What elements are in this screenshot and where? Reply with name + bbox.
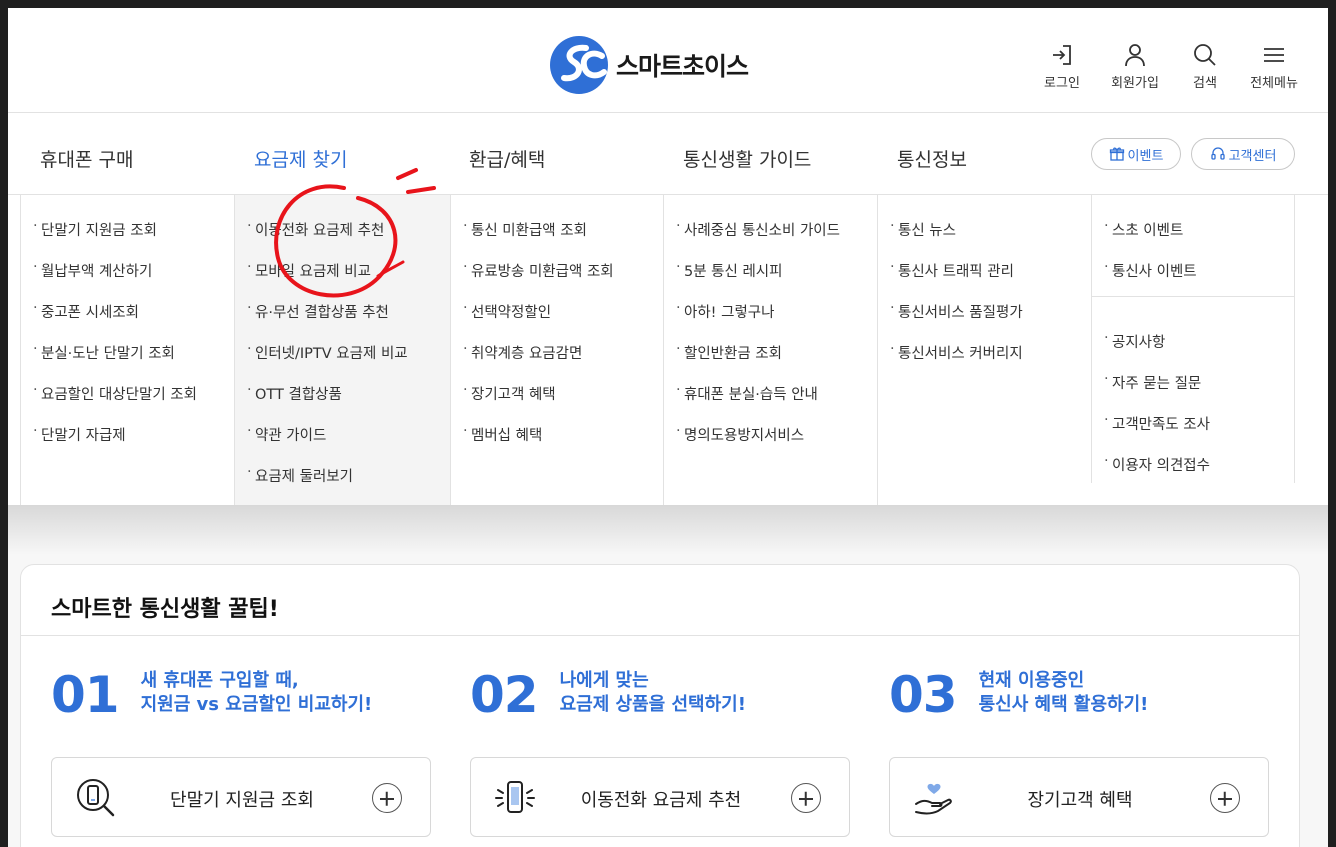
menu-item[interactable]: 할인반환금 조회 [664,341,877,383]
menu-item[interactable]: 유·무선 결합상품 추천 [235,300,450,342]
nav-telecom-info[interactable]: 통신정보 [897,145,967,172]
divider [21,635,1299,636]
menu-item[interactable]: 아하! 그렇구나 [664,300,877,342]
event-button[interactable]: 이벤트 [1091,138,1181,170]
tip-03: 03 현재 이용중인 통신사 혜택 활용하기! [889,665,1148,725]
menu-col-plan: 이동전화 요금제 추천 모바일 요금제 비교 유·무선 결합상품 추천 인터넷/… [234,195,450,505]
menu-item[interactable]: 선택약정할인 [451,300,663,342]
menu-item[interactable]: 멤버십 혜택 [451,423,663,465]
browser-viewport: 스마트초이스 로그인 회원가입 검색 전체메뉴 휴대폰 구매 요금제 찾기 환급… [8,8,1328,847]
menu-item[interactable]: 5분 통신 레시피 [664,259,877,301]
nav-refund-benefit[interactable]: 환급/혜택 [469,145,545,172]
menu-item[interactable]: 통신사 이벤트 [1092,259,1294,301]
menu-item[interactable]: 통신서비스 커버리지 [878,341,1091,383]
tip-number: 02 [470,666,539,724]
menu-item[interactable]: 공지사항 [1092,330,1294,372]
menu-item[interactable]: 고객만족도 조사 [1092,412,1294,454]
menu-item[interactable]: 명의도용방지서비스 [664,423,877,465]
event-label: 이벤트 [1127,148,1164,164]
menu-item[interactable]: 자주 묻는 질문 [1092,371,1294,413]
menu-item[interactable]: 요금할인 대상단말기 조회 [21,382,234,424]
tip-line: 새 휴대폰 구입할 때, [140,670,299,691]
tip-line: 지원금 vs 요금할인 비교하기! [140,694,373,715]
plus-icon [791,783,821,813]
menu-item[interactable]: 통신 뉴스 [878,218,1091,260]
menu-item[interactable]: 단말기 지원금 조회 [21,218,234,260]
customer-center-label: 고객센터 [1228,148,1277,164]
tips-title: 스마트한 통신생활 꿀팁! [51,597,279,622]
person-icon [1125,44,1145,67]
site-logo[interactable]: 스마트초이스 [548,34,749,96]
login-icon [1053,45,1071,65]
plus-icon [372,783,402,813]
search-button[interactable]: 검색 [1175,42,1235,91]
tip-02: 02 나에게 맞는 요금제 상품을 선택하기! [470,665,746,725]
customer-center-button[interactable]: 고객센터 [1191,138,1295,170]
menu-item[interactable]: 사례중심 통신소비 가이드 [664,218,877,260]
tip-text: 현재 이용중인 통신사 혜택 활용하기! [979,669,1149,717]
menu-item[interactable]: 통신사 트래픽 관리 [878,259,1091,301]
menu-item[interactable]: 월납부액 계산하기 [21,259,234,301]
menu-item[interactable]: 요금제 둘러보기 [235,464,450,506]
tip-text: 새 휴대폰 구입할 때, 지원금 vs 요금할인 비교하기! [141,669,373,717]
site-header: 스마트초이스 로그인 회원가입 검색 전체메뉴 [8,8,1328,113]
search-icon [1194,44,1216,66]
menu-item[interactable]: 스초 이벤트 [1092,218,1294,260]
menu-col-info: 통신 뉴스 통신사 트래픽 관리 통신서비스 품질평가 통신서비스 커버리지 [877,195,1091,505]
sc-logo-icon [550,36,608,94]
tip-number: 03 [889,666,958,724]
tip-line: 요금제 상품을 선택하기! [559,694,746,715]
menu-item[interactable]: OTT 결합상품 [235,382,450,424]
login-label: 로그인 [1044,76,1080,91]
tip-line: 통신사 혜택 활용하기! [978,694,1149,715]
menu-item[interactable]: 휴대폰 분실·습득 안내 [664,382,877,424]
menu-item[interactable]: 인터넷/IPTV 요금제 비교 [235,341,450,383]
menu-item[interactable]: 장기고객 혜택 [451,382,663,424]
menu-item[interactable]: 단말기 자급제 [21,423,234,465]
menu-shadow [8,505,1328,555]
signup-label: 회원가입 [1111,76,1159,91]
tip-text: 나에게 맞는 요금제 상품을 선택하기! [560,669,746,717]
signup-button[interactable]: 회원가입 [1105,42,1165,91]
search-label: 검색 [1193,76,1217,91]
tip-line: 나에게 맞는 [559,670,649,691]
tip-line: 현재 이용중인 [978,670,1085,691]
tips-card: 스마트한 통신생활 꿀팁! 01 새 휴대폰 구입할 때, 지원금 vs 요금할… [20,564,1300,847]
menu-item[interactable]: 중고폰 시세조회 [21,300,234,342]
gift-icon [1109,147,1124,161]
menu-col-guide: 사례중심 통신소비 가이드 5분 통신 레시피 아하! 그렇구나 할인반환금 조… [663,195,877,505]
login-button[interactable]: 로그인 [1032,42,1092,91]
menu-item[interactable]: 분실·도난 단말기 조회 [21,341,234,383]
menu-item[interactable]: 유료방송 미환급액 조회 [451,259,663,301]
menu-item[interactable]: 약관 가이드 [235,423,450,465]
mega-menu: 단말기 지원금 조회 월납부액 계산하기 중고폰 시세조회 분실·도난 단말기 … [8,195,1328,505]
nav-plan-search[interactable]: 요금제 찾기 [254,145,347,172]
menu-item[interactable]: 통신 미환급액 조회 [451,218,663,260]
long-term-benefit-button[interactable]: 장기고객 혜택 [889,757,1269,837]
menu-item[interactable]: 이용자 의견접수 [1092,453,1294,495]
support-lookup-button[interactable]: 단말기 지원금 조회 [51,757,431,837]
all-menu-label: 전체메뉴 [1250,76,1298,91]
menu-item[interactable]: 이동전화 요금제 추천 [235,218,450,260]
tip-number: 01 [51,666,120,724]
nav-phone-purchase[interactable]: 휴대폰 구매 [40,145,133,172]
plan-recommend-button[interactable]: 이동전화 요금제 추천 [470,757,850,837]
logo-text: 스마트초이스 [616,52,749,81]
headset-icon [1210,147,1225,160]
nav-telecom-guide[interactable]: 통신생활 가이드 [683,145,811,172]
divider [1092,296,1294,297]
tip-01: 01 새 휴대폰 구입할 때, 지원금 vs 요금할인 비교하기! [51,665,372,725]
menu-col-event: 스초 이벤트 통신사 이벤트 공지사항 자주 묻는 질문 고객만족도 조사 이용… [1091,195,1295,483]
all-menu-button[interactable]: 전체메뉴 [1244,42,1304,91]
menu-item[interactable]: 통신서비스 품질평가 [878,300,1091,342]
hamburger-icon [1264,48,1284,62]
menu-col-refund: 통신 미환급액 조회 유료방송 미환급액 조회 선택약정할인 취약계층 요금감면… [450,195,663,505]
plus-icon [1210,783,1240,813]
main-nav: 휴대폰 구매 요금제 찾기 환급/혜택 통신생활 가이드 통신정보 이벤트 고객… [8,113,1328,195]
menu-item[interactable]: 취약계층 요금감면 [451,341,663,383]
menu-col-phone: 단말기 지원금 조회 월납부액 계산하기 중고폰 시세조회 분실·도난 단말기 … [20,195,234,505]
menu-item[interactable]: 모바일 요금제 비교 [235,259,450,301]
